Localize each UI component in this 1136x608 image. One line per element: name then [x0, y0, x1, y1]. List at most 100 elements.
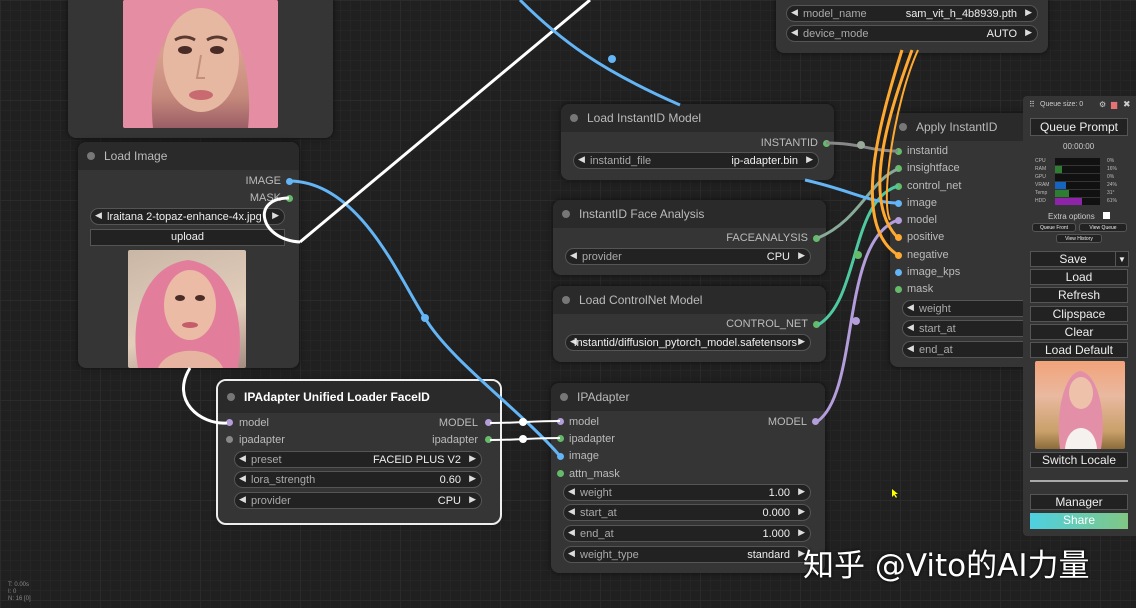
collapse-dot-icon[interactable]	[560, 393, 568, 401]
input-instantid-socket[interactable]	[895, 148, 902, 155]
arrow-right-icon[interactable]: ▶	[798, 336, 805, 347]
end-at-widget[interactable]: ◀ end_at	[902, 341, 1042, 358]
refresh-button[interactable]: Refresh	[1030, 287, 1128, 303]
input-ipadapter-socket[interactable]	[557, 435, 564, 442]
input-image-kps-socket[interactable]	[895, 269, 902, 276]
arrow-right-icon[interactable]: ▶	[806, 154, 813, 165]
arrow-right-icon[interactable]: ▶	[798, 506, 805, 517]
arrow-right-icon[interactable]: ▶	[469, 494, 476, 505]
upload-button[interactable]: upload	[90, 229, 285, 246]
arrow-left-icon[interactable]: ◀	[907, 322, 914, 333]
weight-widget[interactable]: ◀ weight	[902, 300, 1042, 317]
load-default-button[interactable]: Load Default	[1030, 342, 1128, 358]
input-model-socket[interactable]	[895, 217, 902, 224]
end-at-widget[interactable]: ◀ end_at 1.000 ▶	[563, 525, 811, 542]
node-title[interactable]: Load InstantID Model	[561, 104, 834, 132]
model-name-widget[interactable]: ◀ model_name sam_vit_h_4b8939.pth ▶	[786, 5, 1038, 22]
queue-front-button[interactable]: Queue Front	[1032, 223, 1076, 232]
apply-instantid-node[interactable]: Apply InstantID instantid insightface co…	[890, 113, 1042, 367]
input-image-socket[interactable]	[557, 453, 564, 460]
extra-options-checkbox[interactable]	[1103, 212, 1110, 219]
node-title[interactable]: Load ControlNet Model	[553, 286, 826, 314]
instantid-file-widget[interactable]: ◀ instantid_file ip-adapter.bin ▶	[573, 152, 819, 169]
ipadapter-unified-loader-faceid-node[interactable]: IPAdapter Unified Loader FaceID model ip…	[216, 379, 502, 525]
sam-model-loader-node[interactable]: ◀ model_name sam_vit_h_4b8939.pth ▶ ◀ de…	[776, 0, 1048, 53]
arrow-left-icon[interactable]: ◀	[239, 453, 246, 464]
lora-strength-widget[interactable]: ◀ lora_strength 0.60 ▶	[234, 471, 482, 488]
queue-prompt-button[interactable]: Queue Prompt	[1030, 118, 1128, 136]
arrow-right-icon[interactable]: ▶	[469, 453, 476, 464]
output-faceanalysis-socket[interactable]	[813, 235, 820, 242]
output-controlnet-socket[interactable]	[813, 321, 820, 328]
save-dropdown-button[interactable]: ▼	[1115, 251, 1129, 267]
node-title[interactable]: Apply InstantID	[890, 113, 1040, 141]
arrow-left-icon[interactable]: ◀	[907, 343, 914, 354]
share-button[interactable]: Share	[1030, 513, 1128, 529]
collapse-dot-icon[interactable]	[899, 123, 907, 131]
arrow-left-icon[interactable]: ◀	[578, 154, 585, 165]
arrow-right-icon[interactable]: ▶	[469, 473, 476, 484]
input-insightface-socket[interactable]	[895, 165, 902, 172]
clipspace-button[interactable]: Clipspace	[1030, 306, 1128, 322]
preview-image-node[interactable]	[68, 0, 333, 138]
node-title[interactable]: Load Image	[78, 142, 299, 170]
collapse-dot-icon[interactable]	[227, 393, 235, 401]
node-title[interactable]: IPAdapter Unified Loader FaceID	[218, 381, 500, 413]
gear-icon[interactable]: ⚙	[1099, 100, 1106, 109]
arrow-left-icon[interactable]: ◀	[568, 548, 575, 559]
drag-handle-icon[interactable]: ⠿	[1029, 100, 1035, 109]
manager-button[interactable]: Manager	[1030, 494, 1128, 510]
collapse-dot-icon[interactable]	[570, 114, 578, 122]
arrow-right-icon[interactable]: ▶	[1025, 27, 1032, 38]
collapse-dot-icon[interactable]	[562, 296, 570, 304]
arrow-left-icon[interactable]: ◀	[568, 486, 575, 497]
arrow-right-icon[interactable]: ▶	[798, 486, 805, 497]
input-model-socket[interactable]	[557, 418, 564, 425]
input-control-net-socket[interactable]	[895, 183, 902, 190]
arrow-left-icon[interactable]: ◀	[95, 210, 102, 221]
weight-type-widget[interactable]: ◀ weight_type standard ▶	[563, 546, 811, 563]
preset-widget[interactable]: ◀ preset FACEID PLUS V2 ▶	[234, 451, 482, 468]
arrow-right-icon[interactable]: ▶	[272, 210, 279, 221]
input-model-socket[interactable]	[226, 419, 233, 426]
arrow-left-icon[interactable]: ◀	[239, 473, 246, 484]
provider-widget[interactable]: ◀ provider CPU ▶	[234, 492, 482, 509]
arrow-left-icon[interactable]: ◀	[570, 250, 577, 261]
load-button[interactable]: Load	[1030, 269, 1128, 285]
output-model-socket[interactable]	[485, 419, 492, 426]
node-title[interactable]: InstantID Face Analysis	[553, 200, 826, 228]
output-instantid-socket[interactable]	[823, 140, 830, 147]
view-history-button[interactable]: View History	[1056, 234, 1102, 243]
arrow-right-icon[interactable]: ▶	[798, 527, 805, 538]
controlnet-file-widget[interactable]: ◀ instantid/diffusion_pytorch_model.safe…	[565, 334, 811, 351]
collapse-dot-icon[interactable]	[562, 210, 570, 218]
instantid-face-analysis-node[interactable]: InstantID Face Analysis FACEANALYSIS ◀ p…	[553, 200, 826, 275]
provider-widget[interactable]: ◀ provider CPU ▶	[565, 248, 811, 265]
comfy-side-menu[interactable]: ⠿ Queue size: 0 ⚙ ▆ ✖ Queue Prompt 00:00…	[1023, 96, 1136, 536]
image-file-widget[interactable]: ◀ lraitana 2-topaz-enhance-4x.jpg ▶	[90, 208, 285, 225]
input-attn-mask-socket[interactable]	[557, 470, 564, 477]
arrow-left-icon[interactable]: ◀	[907, 302, 914, 313]
output-ipadapter-socket[interactable]	[485, 436, 492, 443]
start-at-widget[interactable]: ◀ start_at	[902, 320, 1042, 337]
arrow-left-icon[interactable]: ◀	[568, 527, 575, 538]
weight-widget[interactable]: ◀ weight 1.00 ▶	[563, 484, 811, 501]
load-instantid-model-node[interactable]: Load InstantID Model INSTANTID ◀ instant…	[561, 104, 834, 180]
output-mask-socket[interactable]	[286, 195, 293, 202]
output-image-socket[interactable]	[286, 178, 293, 185]
arrow-left-icon[interactable]: ◀	[791, 7, 798, 18]
close-icon[interactable]: ✖	[1123, 99, 1131, 110]
image-icon[interactable]: ▆	[1111, 100, 1117, 109]
ipadapter-node[interactable]: IPAdapter model ipadapter image attn_mas…	[551, 383, 825, 573]
input-ipadapter-socket[interactable]	[226, 436, 233, 443]
input-positive-socket[interactable]	[895, 234, 902, 241]
arrow-left-icon[interactable]: ◀	[568, 506, 575, 517]
node-title[interactable]: IPAdapter	[551, 383, 825, 411]
clear-button[interactable]: Clear	[1030, 324, 1128, 340]
output-model-socket[interactable]	[812, 418, 819, 425]
input-image-socket[interactable]	[895, 200, 902, 207]
arrow-left-icon[interactable]: ◀	[791, 27, 798, 38]
save-button[interactable]: Save	[1030, 251, 1116, 267]
arrow-right-icon[interactable]: ▶	[1025, 7, 1032, 18]
view-queue-button[interactable]: View Queue	[1079, 223, 1127, 232]
